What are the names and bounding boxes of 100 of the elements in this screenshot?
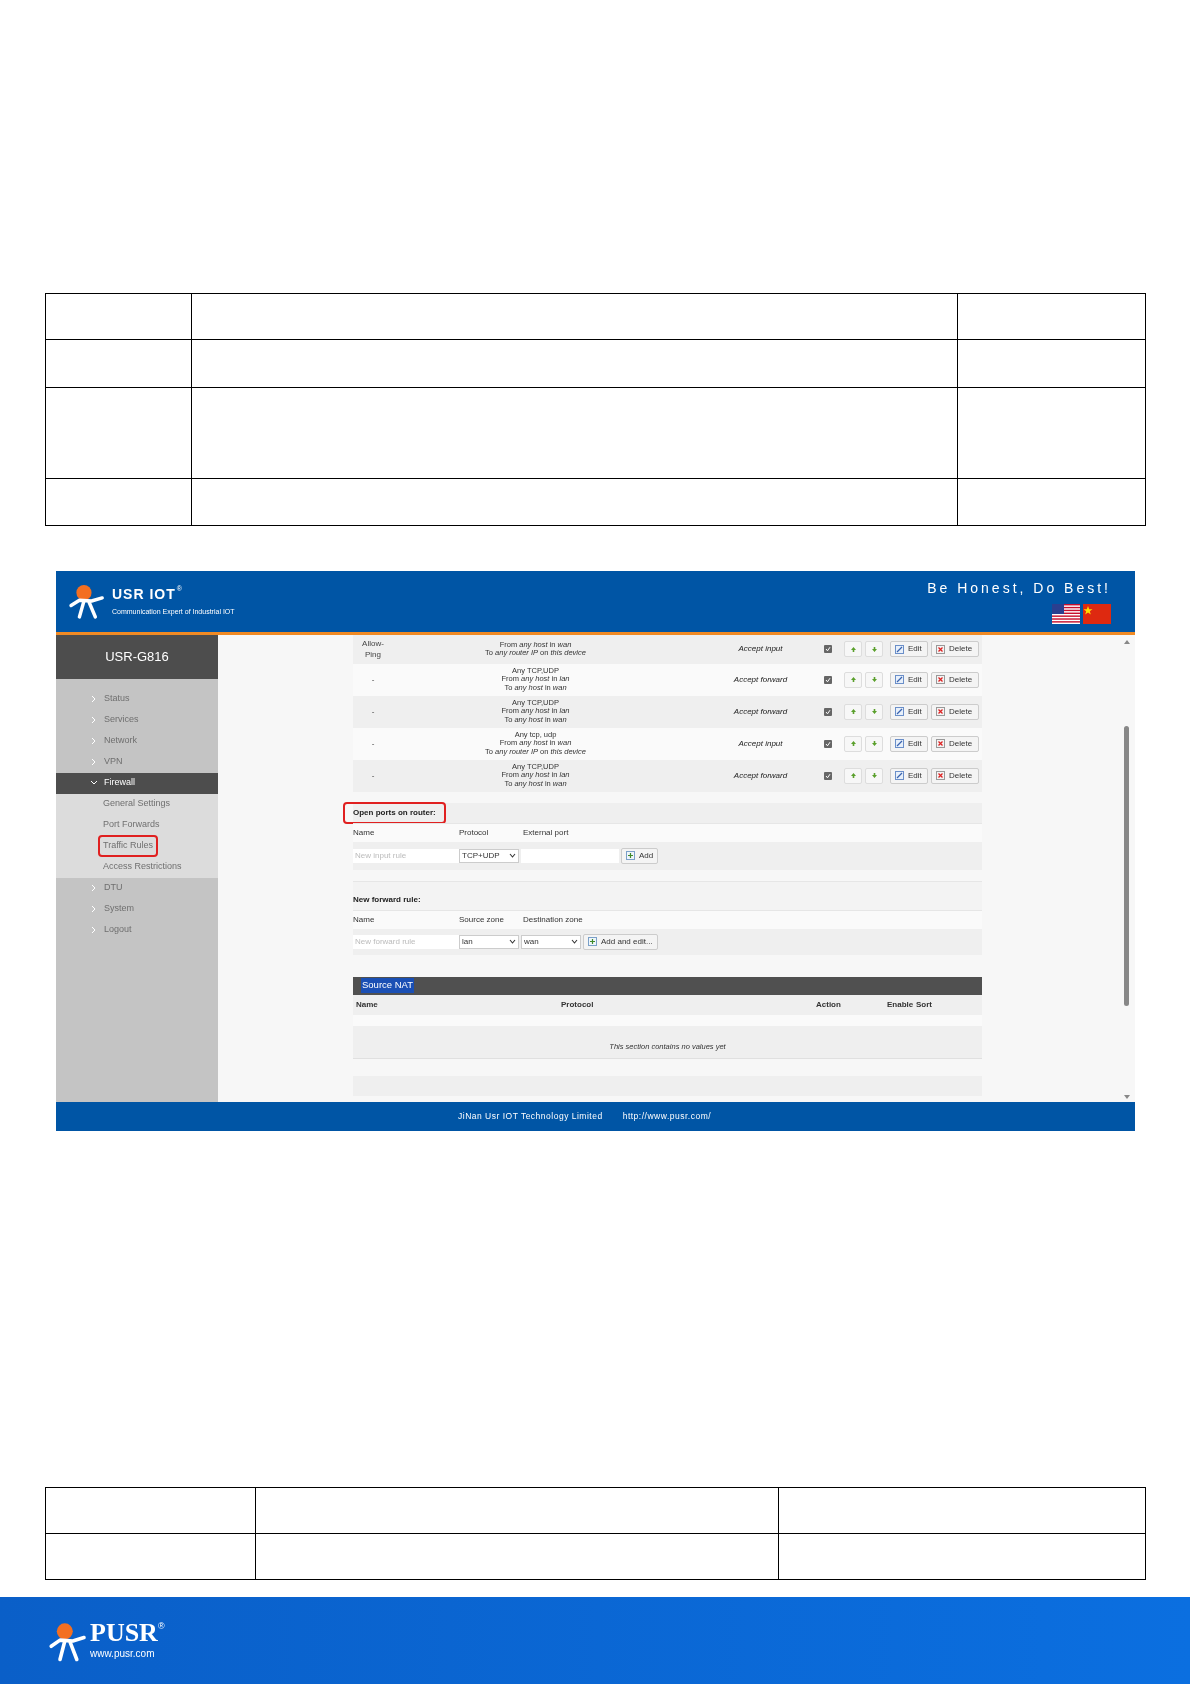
brand-name: USR IOT [112,585,176,605]
move-up-button[interactable] [844,703,862,720]
arrow-up-icon [850,646,856,652]
delete-icon [936,707,945,716]
delete-button[interactable]: Delete [931,767,979,784]
edit-icon [895,771,904,780]
logo-icon [68,582,106,620]
delete-icon [936,739,945,748]
rule-name: - [370,674,376,685]
edit-icon [895,675,904,684]
column-header: Protocol [561,998,595,1011]
move-down-button[interactable] [865,735,883,752]
device-name: USR-G816 [105,647,169,666]
column-header: Name [353,913,376,926]
section-title: Source NAT [361,978,415,993]
protocol-select[interactable]: TCP+UDP [459,848,519,863]
move-down-button[interactable] [865,703,883,720]
rule-name: Allow-Ping [361,638,385,660]
nav-subitem[interactable]: General Settings [100,795,174,813]
arrow-down-icon [871,773,877,778]
rule-action: Accept forward [733,705,788,718]
column-header: Name [353,826,376,839]
move-down-button[interactable] [865,671,883,688]
delete-button[interactable]: Delete [931,641,979,657]
arrow-up-icon [850,773,856,778]
chevron-right-icon [90,737,98,745]
chevron-down-icon [571,939,578,944]
check-icon [825,772,831,779]
scrollbar-thumb[interactable] [1124,725,1129,1006]
delete-button[interactable]: Delete [931,735,979,752]
edit-button[interactable]: Edit [890,641,928,657]
chevron-right-icon [90,884,98,892]
column-header: Action [816,998,842,1011]
column-header: Source zone [459,913,505,926]
edit-button[interactable]: Edit [890,671,928,688]
move-up-button[interactable] [844,641,862,657]
move-down-button[interactable] [865,641,883,657]
nav-subitem[interactable]: Traffic Rules [100,837,156,855]
edit-button[interactable]: Edit [890,767,928,784]
enable-checkbox[interactable] [824,645,832,653]
add-icon [588,937,597,946]
enable-checkbox[interactable] [824,707,832,716]
arrow-down-icon [871,709,877,714]
edit-button[interactable]: Edit [890,735,928,752]
rule-action: Accept input [738,737,783,750]
column-header: Enable [887,998,915,1011]
column-header: Name [356,998,379,1011]
input-field[interactable]: New forward rule [353,934,459,949]
scroll-up-icon [1123,639,1130,644]
chevron-down-icon [509,939,516,944]
slogan: Be Honest, Do Best! [927,579,1111,598]
column-header: Protocol [459,826,490,839]
section-title: Open ports on router: [345,803,444,822]
delete-icon [936,675,945,684]
enable-checkbox[interactable] [824,675,832,684]
nav-subitem[interactable]: Port Forwards [100,816,163,834]
rule-name: - [370,770,376,781]
add-button[interactable]: Add [621,847,659,864]
nav-subitem[interactable]: Access Restrictions [100,858,185,876]
add-and-edit-button[interactable]: Add and edit... [583,933,658,950]
chevron-down-icon [90,779,98,787]
rule-action: Accept forward [733,769,788,782]
section-title: New forward rule: [353,893,421,906]
edit-icon [895,644,904,654]
add-icon [626,851,635,860]
delete-icon [936,644,945,654]
delete-button[interactable]: Delete [931,671,979,688]
rule-name: - [370,706,376,717]
arrow-up-icon [850,741,856,746]
move-up-button[interactable] [844,767,862,784]
check-icon [825,646,831,652]
arrow-down-icon [871,741,877,746]
nav-item[interactable]: Firewall [56,772,218,794]
chevron-right-icon [90,695,98,703]
move-up-button[interactable] [844,735,862,752]
edit-icon [895,707,904,716]
chevron-right-icon [90,716,98,724]
check-icon [825,676,831,683]
enable-checkbox[interactable] [824,771,832,780]
company-name: JiNan Usr IOT Technology Limited [458,1109,603,1123]
move-down-button[interactable] [865,767,883,784]
move-up-button[interactable] [844,671,862,688]
chevron-down-icon [509,853,516,858]
registered-mark: ® [157,1620,165,1632]
rule-name: - [370,738,376,749]
chevron-right-icon [90,905,98,913]
destination-zone-select[interactable]: wan [521,934,581,949]
arrow-down-icon [871,677,877,682]
us-flag-icon [1052,604,1080,624]
arrow-up-icon [850,709,856,714]
arrow-up-icon [850,677,856,682]
china-flag-icon [1083,604,1111,624]
delete-button[interactable]: Delete [931,703,979,720]
arrow-down-icon [871,646,877,652]
edit-button[interactable]: Edit [890,703,928,720]
website-link[interactable]: http://www.pusr.com/ [622,1109,712,1123]
enable-checkbox[interactable] [824,739,832,748]
rule-action: Accept forward [733,673,788,686]
source-zone-select[interactable]: lan [459,934,519,949]
check-icon [825,708,831,715]
